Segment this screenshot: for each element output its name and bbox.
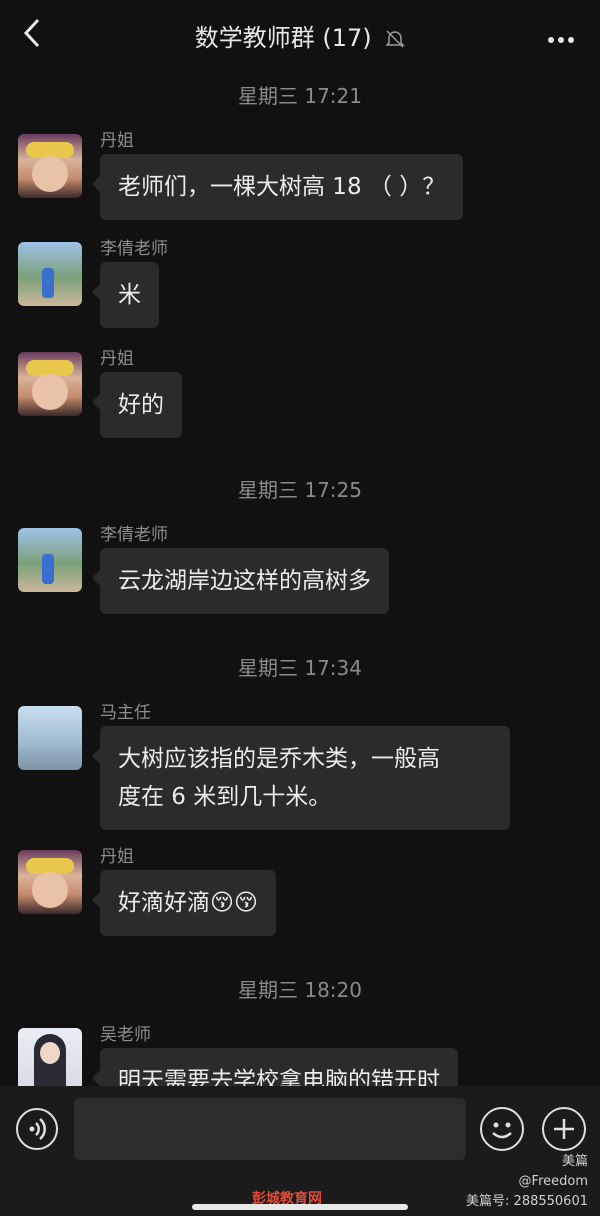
- sender-name: 丹姐: [100, 349, 134, 369]
- message-item: 马主任 大树应该指的是乔木类，一般高 度在 6 米到几十米。: [18, 703, 578, 836]
- message-line: 大树应该指的是乔木类，一般高: [118, 746, 440, 772]
- plus-icon[interactable]: [542, 1107, 586, 1151]
- sender-name: 丹姐: [100, 131, 134, 151]
- chat-header: 数学教师群 (17): [0, 0, 600, 66]
- message-bubble[interactable]: 好滴好滴😚😚: [92, 870, 276, 936]
- sender-name: 丹姐: [100, 847, 134, 867]
- sender-name: 马主任: [100, 703, 151, 723]
- chat-title[interactable]: 数学教师群 (17): [195, 24, 372, 52]
- message-item: 李倩老师 米: [18, 239, 578, 338]
- message-list[interactable]: 星期三 17:21 丹姐 老师们，一棵大树高 18 （ ）？ 李倩老师 米 丹姐…: [0, 66, 600, 1086]
- message-line: 度在 6 米到几十米。: [118, 784, 332, 810]
- home-indicator[interactable]: [192, 1204, 408, 1210]
- message-bubble[interactable]: 云龙湖岸边这样的高树多: [92, 548, 389, 614]
- avatar[interactable]: [18, 706, 82, 770]
- timestamp: 星期三 17:34: [238, 656, 362, 680]
- bell-off-icon: [385, 30, 406, 48]
- sender-name: 吴老师: [100, 1025, 151, 1045]
- smiley-icon[interactable]: [480, 1107, 524, 1151]
- message-bubble[interactable]: 大树应该指的是乔木类，一般高 度在 6 米到几十米。: [92, 726, 510, 830]
- message-bubble[interactable]: 米: [92, 262, 159, 328]
- message-item: 丹姐 好的: [18, 349, 578, 448]
- avatar[interactable]: [18, 134, 82, 198]
- avatar[interactable]: [18, 528, 82, 592]
- avatar[interactable]: [18, 850, 82, 914]
- watermark-id: 美篇号: 288550601: [466, 1194, 588, 1209]
- message-bubble[interactable]: 明天需要去学校拿电脑的错开时: [92, 1048, 458, 1086]
- voice-icon[interactable]: [16, 1108, 58, 1150]
- watermark-brand: 美篇: [561, 1154, 588, 1169]
- message-item: 丹姐 老师们，一棵大树高 18 （ ）？: [18, 131, 578, 230]
- avatar[interactable]: [18, 242, 82, 306]
- message-bubble[interactable]: 好的: [92, 372, 182, 438]
- timestamp: 星期三 18:20: [238, 978, 362, 1002]
- watermark-user: @Freedom: [518, 1174, 588, 1189]
- avatar[interactable]: [18, 1028, 82, 1086]
- message-item: 丹姐 好滴好滴😚😚: [18, 847, 578, 946]
- message-item: 李倩老师 云龙湖岸边这样的高树多: [18, 525, 578, 624]
- sender-name: 李倩老师: [100, 525, 168, 545]
- timestamp: 星期三 17:25: [238, 478, 362, 502]
- more-dots-icon[interactable]: [548, 28, 578, 43]
- message-input[interactable]: [74, 1098, 466, 1160]
- timestamp: 星期三 17:21: [238, 84, 362, 108]
- sender-name: 李倩老师: [100, 239, 168, 259]
- avatar[interactable]: [18, 352, 82, 416]
- watermark: 美篇 @Freedom 美篇号: 288550601: [466, 1152, 588, 1212]
- message-item: 吴老师 明天需要去学校拿电脑的错开时: [18, 1025, 578, 1086]
- message-bubble[interactable]: 老师们，一棵大树高 18 （ ）？: [91, 154, 464, 220]
